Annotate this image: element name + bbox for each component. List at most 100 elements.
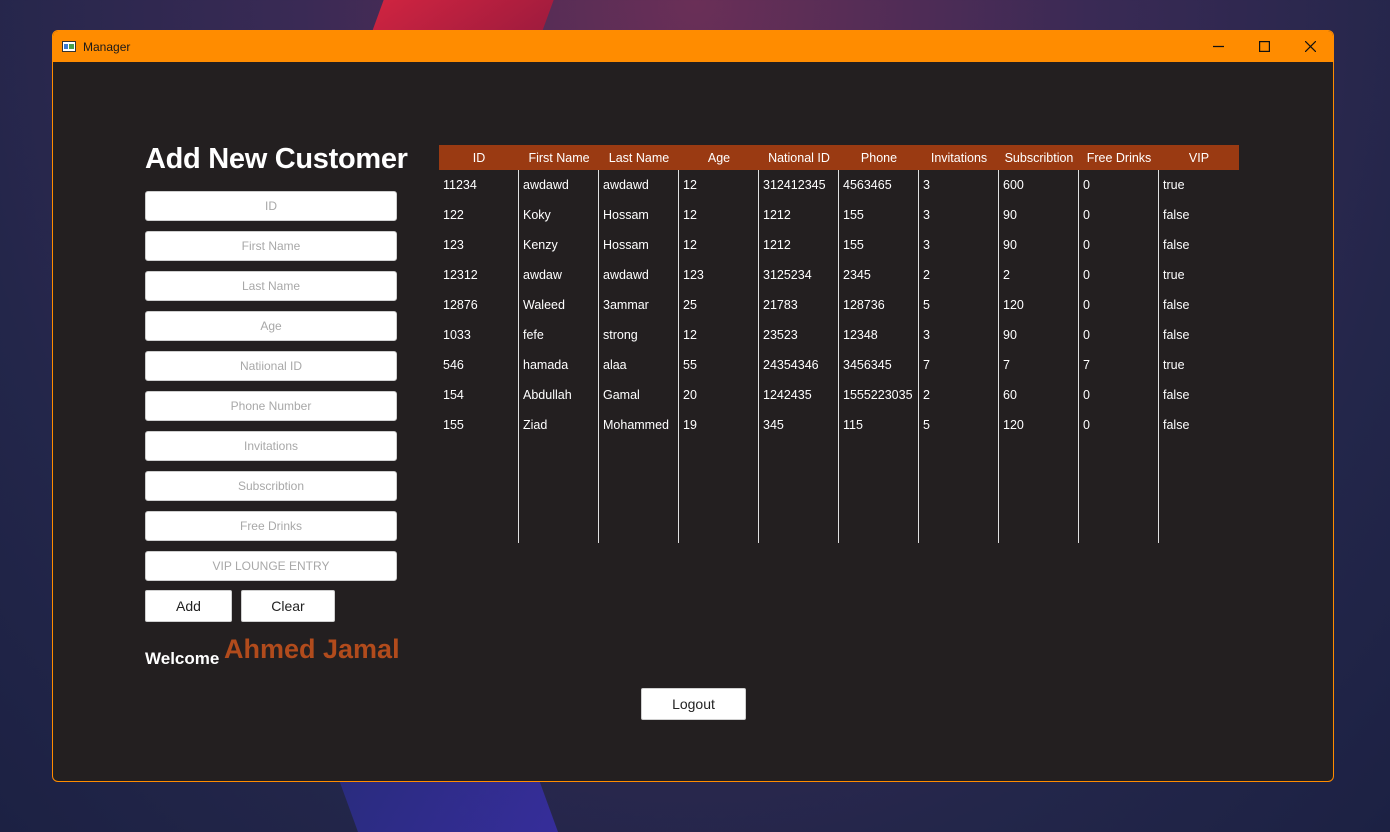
table-cell: 7 (1003, 358, 1010, 372)
table-cell: 546 (443, 358, 464, 372)
table-cell: false (1163, 238, 1190, 252)
table-row[interactable]: 12876 Waleed 3ammar 25 21783 128736 5 120 0 false (439, 290, 1239, 320)
age-input[interactable] (145, 311, 397, 341)
column-divider (838, 170, 839, 543)
column-divider (1078, 170, 1079, 543)
table-cell: awdawd (523, 178, 569, 192)
table-cell: 2 (1003, 268, 1010, 282)
column-header[interactable]: First Name (519, 145, 599, 170)
table-row[interactable]: 123 Kenzy Hossam 12 1212 155 3 90 0 false (439, 230, 1239, 260)
table-cell: 11234 (443, 178, 477, 192)
table-cell: Hossam (603, 208, 649, 222)
table-cell: true (1163, 178, 1185, 192)
table-cell: 3 (923, 328, 930, 342)
table-cell: 23523 (763, 328, 798, 342)
table-cell: 7 (1083, 358, 1090, 372)
add-button[interactable]: Add (145, 590, 232, 622)
table-cell: false (1163, 418, 1190, 432)
free-drinks-input[interactable] (145, 511, 397, 541)
table-cell: Abdullah (523, 388, 572, 402)
table-cell: 1212 (763, 208, 791, 222)
maximize-button[interactable] (1241, 31, 1287, 62)
table-cell: awdaw (523, 268, 562, 282)
table-cell: 0 (1083, 268, 1090, 282)
table-cell: 1242435 (763, 388, 812, 402)
table-row[interactable]: 1033 fefe strong 12 23523 12348 3 90 0 false (439, 320, 1239, 350)
clear-button[interactable]: Clear (241, 590, 335, 622)
table-cell: 3 (923, 238, 930, 252)
table-row[interactable]: 155 Ziad Mohammed 19 345 115 5 120 0 false (439, 410, 1239, 440)
table-cell: Gamal (603, 388, 640, 402)
table-row[interactable]: 12312 awdaw awdawd 123 3125234 2345 2 2 0 true (439, 260, 1239, 290)
table-cell: awdawd (603, 178, 649, 192)
column-divider (1158, 170, 1159, 543)
logout-button[interactable]: Logout (641, 688, 746, 720)
title-bar[interactable]: Manager (53, 31, 1333, 62)
table-cell: 12 (683, 208, 697, 222)
table-cell: awdawd (603, 268, 649, 282)
table-row[interactable]: 11234 awdawd awdawd 12 312412345 4563465 3 600 0… (439, 170, 1239, 200)
column-header[interactable]: Subscribtion (999, 145, 1079, 170)
table-cell: 12 (683, 238, 697, 252)
table-cell: 12 (683, 178, 697, 192)
subscription-input[interactable] (145, 471, 397, 501)
table-cell: 90 (1003, 238, 1017, 252)
table-cell: 155 (843, 238, 864, 252)
table-header: ID First Name Last Name Age National ID Phone… (439, 145, 1239, 170)
column-header[interactable]: Last Name (599, 145, 679, 170)
first-name-input[interactable] (145, 231, 397, 261)
table-cell: 90 (1003, 208, 1017, 222)
table-cell: 12348 (843, 328, 878, 342)
column-header[interactable]: Age (679, 145, 759, 170)
table-cell: 90 (1003, 328, 1017, 342)
column-header[interactable]: Free Drinks (1079, 145, 1159, 170)
window-controls (1195, 31, 1333, 62)
table-cell: false (1163, 388, 1190, 402)
form-heading: Add New Customer (145, 143, 408, 175)
table-cell: 2 (923, 268, 930, 282)
column-header[interactable]: VIP (1159, 145, 1239, 170)
column-header[interactable]: Invitations (919, 145, 999, 170)
column-header[interactable]: National ID (759, 145, 839, 170)
table-cell: 3ammar (603, 298, 649, 312)
table-row[interactable]: 546 hamada alaa 55 24354346 3456345 7 7 7 true (439, 350, 1239, 380)
table-cell: 1555223035 (843, 388, 913, 402)
vip-lounge-input[interactable] (145, 551, 397, 581)
table-cell: 0 (1083, 418, 1090, 432)
phone-number-input[interactable] (145, 391, 397, 421)
table-cell: alaa (603, 358, 627, 372)
national-id-input[interactable] (145, 351, 397, 381)
table-cell: 12 (683, 328, 697, 342)
table-cell: 5 (923, 418, 930, 432)
table-cell: 55 (683, 358, 697, 372)
table-cell: 0 (1083, 238, 1090, 252)
table-cell: 21783 (763, 298, 798, 312)
welcome-label: Welcome (145, 649, 220, 668)
minimize-button[interactable] (1195, 31, 1241, 62)
table-cell: 3456345 (843, 358, 892, 372)
table-cell: 1212 (763, 238, 791, 252)
table-cell: 123 (683, 268, 704, 282)
minimize-icon (1212, 45, 1224, 48)
id-input[interactable] (145, 191, 397, 221)
column-divider (598, 170, 599, 543)
close-button[interactable] (1287, 31, 1333, 62)
table-cell: 2345 (843, 268, 871, 282)
invitations-input[interactable] (145, 431, 397, 461)
table-cell: 2 (923, 388, 930, 402)
column-header[interactable]: Phone (839, 145, 919, 170)
column-header[interactable]: ID (439, 145, 519, 170)
table-row[interactable]: 154 Abdullah Gamal 20 1242435 1555223035 2 60 0 f… (439, 380, 1239, 410)
table-cell: 155 (443, 418, 464, 432)
column-divider (918, 170, 919, 543)
last-name-input[interactable] (145, 271, 397, 301)
app-icon (62, 41, 76, 52)
table-row[interactable]: 122 Koky Hossam 12 1212 155 3 90 0 false (439, 200, 1239, 230)
table-cell: 19 (683, 418, 697, 432)
table-cell: hamada (523, 358, 569, 372)
table-cell: 0 (1083, 328, 1090, 342)
column-divider (758, 170, 759, 543)
table-cell: 120 (1003, 418, 1024, 432)
column-divider (518, 170, 519, 543)
table-cell: Ziad (523, 418, 548, 432)
